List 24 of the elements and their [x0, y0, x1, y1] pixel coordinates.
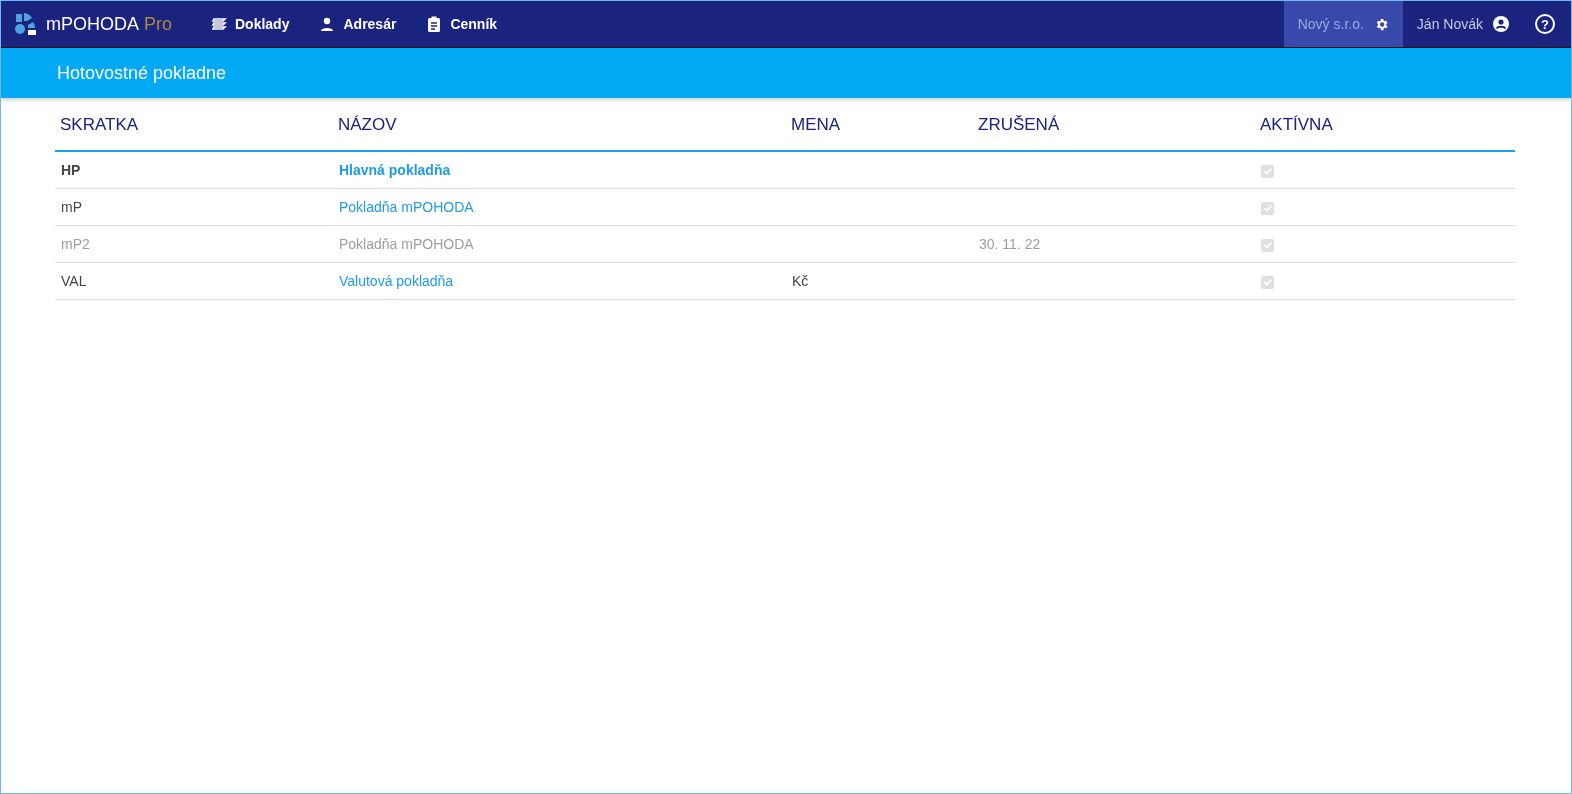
person-icon [319, 16, 336, 32]
table-cell: 30. 11. 22 [979, 236, 1041, 252]
clipboard-icon [426, 16, 443, 32]
table-cell: Kč [792, 273, 809, 289]
nav-link[interactable]: Adresár [304, 1, 412, 47]
account-icon [1493, 16, 1509, 32]
column-header[interactable]: SKRATKA [55, 115, 333, 135]
column-header[interactable]: MENA [786, 115, 973, 135]
table-cell-text: HP [60, 162, 82, 178]
column-header[interactable]: AKTÍVNA [1255, 115, 1515, 135]
nav-link[interactable]: Doklady [196, 1, 305, 47]
nav-link[interactable]: Cenník [411, 1, 513, 47]
column-header[interactable]: NÁZOV [333, 115, 786, 135]
logo-icon [14, 12, 38, 36]
column-header[interactable]: ZRUŠENÁ [973, 115, 1255, 135]
table-cell-text: mP2 [60, 236, 91, 252]
user-button[interactable]: Ján Novák [1402, 1, 1523, 47]
table-cell-text: mP [60, 199, 83, 215]
app-name: mPOHODA [46, 13, 139, 35]
app-edition: Pro [144, 13, 173, 35]
table-cell-text: VAL [60, 273, 88, 289]
help-button[interactable]: ? [1535, 14, 1555, 34]
stack-icon [211, 16, 227, 32]
page-title: Hotovostné pokladne [57, 62, 227, 84]
